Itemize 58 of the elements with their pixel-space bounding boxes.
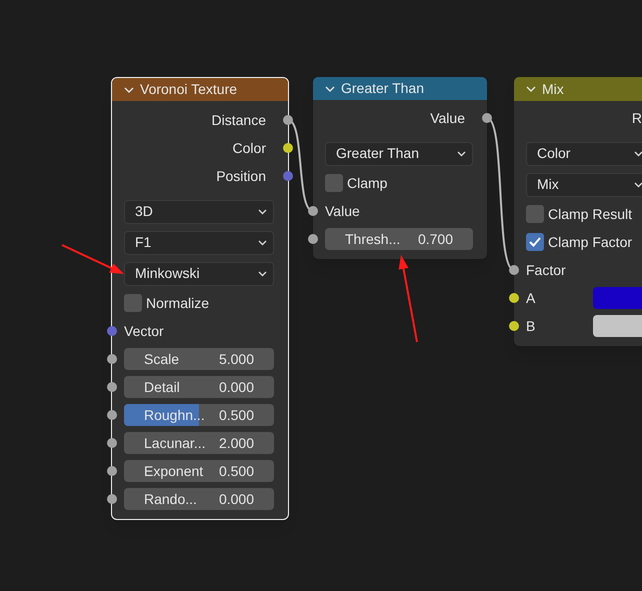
node-title: Mix: [542, 80, 564, 98]
socket-label: B: [526, 316, 536, 336]
node-header[interactable]: Voronoi Texture: [112, 78, 288, 101]
socket-label: Distance: [212, 110, 266, 130]
chevron-icon: [258, 270, 267, 276]
socket-label: A: [526, 288, 536, 308]
socket-label: Value: [325, 202, 360, 220]
checkbox[interactable]: [526, 233, 544, 251]
node-title: Greater Than: [341, 79, 424, 98]
socket[interactable]: [283, 143, 293, 153]
checkbox[interactable]: [124, 294, 142, 312]
chevron-icon: [258, 208, 267, 214]
socket[interactable]: [509, 293, 519, 303]
checkbox-label: Normalize: [146, 294, 210, 312]
number-field[interactable]: Rando... 0.000: [124, 488, 274, 510]
chevron-icon[interactable]: [526, 86, 536, 92]
arrow: [62, 244, 124, 274]
socket-label: Value: [430, 108, 465, 128]
socket[interactable]: [107, 354, 117, 364]
node-header[interactable]: Greater Than: [313, 77, 487, 100]
socket-label: Color: [232, 138, 266, 158]
number-field[interactable]: Scale 5.000: [124, 348, 274, 370]
dropdown[interactable]: Minkowski: [124, 262, 274, 286]
chevron-icon: [634, 182, 642, 188]
socket[interactable]: [107, 466, 117, 476]
dropdown[interactable]: 3D: [124, 200, 274, 224]
dropdown[interactable]: Color: [526, 142, 642, 166]
checkbox[interactable]: [526, 205, 544, 223]
chevron-icon: [634, 150, 642, 156]
socket[interactable]: [107, 382, 117, 392]
socket-label: Position: [216, 166, 266, 186]
checkbox[interactable]: [325, 174, 343, 192]
chevron-icon[interactable]: [124, 86, 134, 92]
dropdown[interactable]: Mix: [526, 172, 642, 196]
dropdown[interactable]: F1: [124, 230, 274, 254]
dropdown[interactable]: Greater Than: [325, 142, 473, 166]
chevron-icon: [258, 240, 267, 246]
socket[interactable]: [107, 438, 117, 448]
socket[interactable]: [308, 234, 318, 244]
number-field[interactable]: Exponent 0.500: [124, 460, 274, 482]
chevron-icon[interactable]: [325, 86, 335, 92]
chevron-icon: [457, 150, 466, 156]
socket[interactable]: [509, 265, 519, 275]
checkbox-label: Clamp Factor: [548, 232, 632, 252]
number-field[interactable]: Thresh... 0.700: [325, 228, 473, 250]
socket-label: Factor: [526, 260, 566, 280]
checkbox-label: Clamp Result: [548, 204, 632, 224]
node-title: Voronoi Texture: [140, 80, 238, 99]
socket[interactable]: [308, 206, 318, 216]
number-field[interactable]: Detail 0.000: [124, 376, 274, 398]
socket-label: Vector: [124, 322, 164, 340]
node-header[interactable]: Mix: [514, 77, 642, 101]
socket[interactable]: [509, 321, 519, 331]
socket[interactable]: [107, 494, 117, 504]
number-field[interactable]: Lacunar... 2.000: [124, 432, 274, 454]
socket[interactable]: [107, 410, 117, 420]
checkbox-label: Clamp: [347, 174, 388, 193]
socket-label: R: [632, 108, 642, 128]
